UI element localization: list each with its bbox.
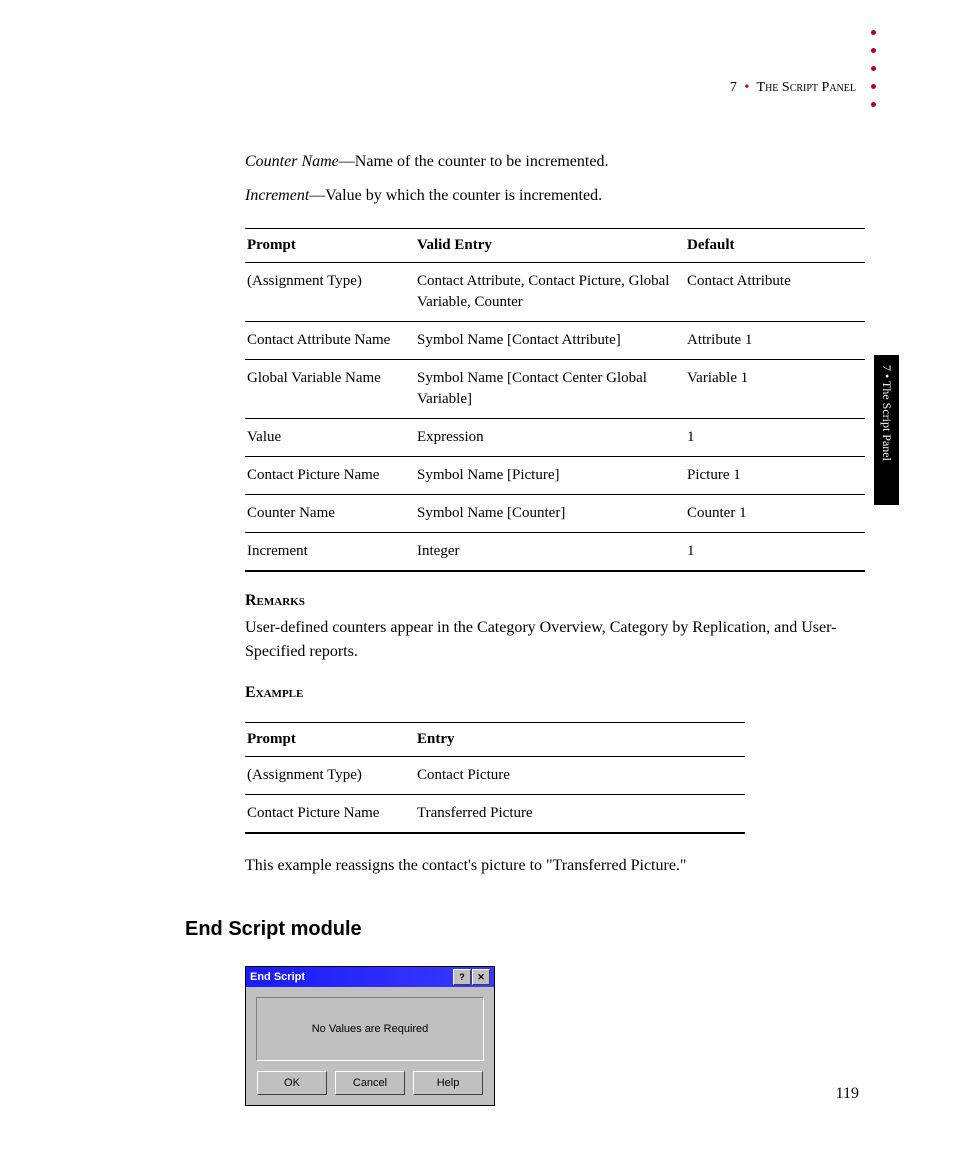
page-number: 119	[836, 1085, 859, 1103]
table-row: Contact Picture Name Symbol Name [Pictur…	[245, 457, 865, 495]
module-heading: End Script module	[185, 918, 865, 941]
table-row: Contact Attribute Name Symbol Name [Cont…	[245, 322, 865, 360]
dot-icon	[871, 66, 876, 71]
help-icon[interactable]: ?	[453, 969, 471, 985]
chapter-number: 7	[730, 80, 737, 95]
main-content: Counter Name—Name of the counter to be i…	[245, 150, 865, 1106]
table-row: Increment Integer 1	[245, 533, 865, 572]
table-row: Value Expression 1	[245, 419, 865, 457]
definition-desc: —Value by which the counter is increment…	[309, 187, 602, 204]
example-text: This example reassigns the contact's pic…	[245, 854, 865, 878]
dot-icon	[871, 48, 876, 53]
remarks-text: User-defined counters appear in the Cate…	[245, 616, 865, 664]
example-heading: Example	[245, 684, 865, 702]
side-tab: 7 • The Script Panel	[874, 355, 899, 505]
end-script-dialog: End Script ? ✕ No Values are Required OK…	[245, 966, 495, 1106]
example-table: Prompt Entry (Assignment Type) Contact P…	[245, 722, 745, 834]
decorative-dots	[871, 30, 876, 107]
table-row: (Assignment Type) Contact Attribute, Con…	[245, 263, 865, 322]
definition-term: Increment	[245, 187, 309, 204]
cancel-button[interactable]: Cancel	[335, 1071, 405, 1095]
table-row: Counter Name Symbol Name [Counter] Count…	[245, 495, 865, 533]
page-header: 7 • The Script Panel	[730, 80, 856, 96]
bullet-separator-icon: •	[744, 80, 749, 95]
definition-line: Counter Name—Name of the counter to be i…	[245, 150, 865, 174]
remarks-heading: Remarks	[245, 592, 865, 610]
table-header: Default	[685, 229, 865, 263]
ok-button[interactable]: OK	[257, 1071, 327, 1095]
dialog-message: No Values are Required	[256, 997, 484, 1061]
table-header: Valid Entry	[415, 229, 685, 263]
table-row: Contact Picture Name Transferred Picture	[245, 795, 745, 834]
dialog-title: End Script	[250, 971, 305, 983]
table-row: Global Variable Name Symbol Name [Contac…	[245, 360, 865, 419]
table-header: Entry	[415, 723, 745, 757]
definition-desc: —Name of the counter to be incremented.	[339, 153, 609, 170]
dot-icon	[871, 102, 876, 107]
table-row: (Assignment Type) Contact Picture	[245, 757, 745, 795]
definition-line: Increment—Value by which the counter is …	[245, 184, 865, 208]
dot-icon	[871, 84, 876, 89]
dot-icon	[871, 30, 876, 35]
table-header: Prompt	[245, 723, 415, 757]
dialog-titlebar: End Script ? ✕	[246, 967, 494, 987]
help-button[interactable]: Help	[413, 1071, 483, 1095]
close-icon[interactable]: ✕	[472, 969, 490, 985]
prompts-table: Prompt Valid Entry Default (Assignment T…	[245, 228, 865, 572]
definition-term: Counter Name	[245, 153, 339, 170]
table-header: Prompt	[245, 229, 415, 263]
chapter-title: The Script Panel	[757, 80, 856, 95]
